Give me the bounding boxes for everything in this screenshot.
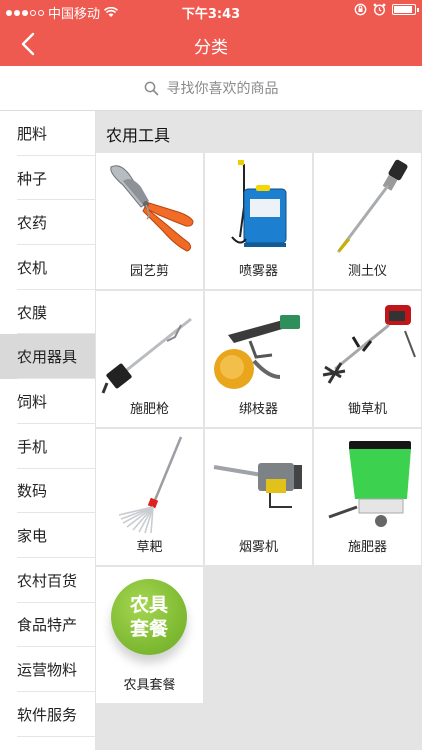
alarm-icon [373, 3, 386, 16]
product-card[interactable]: 测土仪 [314, 153, 421, 289]
sidebar-item-digital[interactable]: 数码 [0, 469, 95, 514]
tool-set-badge: 农具 套餐 [111, 579, 187, 655]
sidebar-item-label: 手机 [17, 437, 48, 456]
nav-bar: 分类 [0, 22, 422, 66]
sidebar-item-label: 数码 [17, 482, 48, 501]
product-card[interactable]: 农具 套餐 农具套餐 [96, 567, 203, 703]
sprayer-image [231, 160, 287, 247]
sidebar-item-fertilizer[interactable]: 肥料 [0, 111, 95, 156]
product-card[interactable]: 草耙 [96, 429, 203, 565]
search-input[interactable]: 寻找你喜欢的商品 [0, 66, 422, 110]
product-name: 施肥器 [347, 540, 387, 555]
sidebar-item-label: 运营物料 [17, 661, 78, 680]
sidebar-item-label: 饲料 [17, 392, 48, 411]
sidebar-item-operations[interactable]: 运营物料 [0, 647, 95, 692]
page-title: 分类 [194, 38, 228, 58]
sidebar-item-label: 家电 [17, 527, 48, 546]
sidebar-item-appliances[interactable]: 家电 [0, 513, 95, 558]
sidebar-item-label: 农用器具 [17, 348, 78, 367]
tapener-image [214, 315, 300, 389]
category-sidebar: 肥料 种子 农药 农机 农膜 农用器具 饲料 手机 数码 家电 农村百货 食品特… [0, 111, 96, 750]
product-name: 施肥枪 [129, 402, 169, 417]
section-title: 农用工具 [106, 126, 171, 145]
product-panel: 农用工具 园艺剪 喷雾器 测土仪 施肥枪 绑枝器 锄草机 草耙 烟雾机 施肥器 … [96, 111, 422, 750]
sidebar-item-machinery[interactable]: 农机 [0, 245, 95, 290]
product-name: 园艺剪 [129, 264, 169, 279]
product-card[interactable]: 园艺剪 [96, 153, 203, 289]
badge-line-2: 套餐 [129, 618, 168, 640]
rake-image [118, 436, 183, 534]
sidebar-item-pesticide[interactable]: 农药 [0, 200, 95, 245]
sidebar-item-label: 农药 [17, 214, 48, 233]
sidebar-item-phones[interactable]: 手机 [0, 424, 95, 469]
search-bar: 寻找你喜欢的商品 [0, 66, 422, 111]
sidebar-item-food[interactable]: 食品特产 [0, 603, 95, 648]
search-placeholder: 寻找你喜欢的商品 [166, 81, 279, 97]
product-name: 农具套餐 [123, 678, 176, 693]
product-card[interactable]: 施肥枪 [96, 291, 203, 427]
badge-line-1: 农具 [129, 594, 168, 616]
fogging-machine-image [213, 463, 302, 508]
fertilizer-spreader-image [328, 441, 411, 527]
weeding-machine-image [322, 305, 416, 384]
product-card[interactable]: 绑枝器 [205, 291, 312, 427]
search-icon [144, 81, 158, 95]
status-right [354, 3, 419, 16]
sidebar-item-label: 种子 [17, 169, 48, 188]
product-card[interactable]: 烟雾机 [205, 429, 312, 565]
product-name: 绑枝器 [238, 402, 278, 417]
product-card[interactable]: 锄草机 [314, 291, 421, 427]
sidebar-item-label: 肥料 [17, 124, 48, 143]
product-name: 烟雾机 [238, 540, 278, 555]
sidebar-item-label: 软件服务 [17, 705, 78, 724]
sidebar-item-label: 农村百货 [17, 571, 78, 590]
product-name: 喷雾器 [238, 264, 278, 279]
status-bar: 中国移动 下午3:43 [0, 0, 422, 22]
product-name: 测土仪 [347, 264, 387, 279]
fertilizer-gun-image [101, 317, 192, 394]
product-card[interactable]: 施肥器 [314, 429, 421, 565]
sidebar-item-label: 食品特产 [17, 616, 78, 635]
sidebar-item-feed[interactable]: 饲料 [0, 379, 95, 424]
sidebar-item-seeds[interactable]: 种子 [0, 156, 95, 201]
sidebar-item-film[interactable]: 农膜 [0, 290, 95, 335]
product-name: 草耙 [136, 540, 163, 555]
product-card[interactable]: 喷雾器 [205, 153, 312, 289]
product-grid: 园艺剪 喷雾器 测土仪 施肥枪 绑枝器 锄草机 草耙 烟雾机 施肥器 农具 套餐… [96, 153, 422, 703]
orientation-lock-icon [354, 3, 367, 16]
battery-icon [392, 4, 419, 15]
sidebar-item-software[interactable]: 软件服务 [0, 692, 95, 737]
pruning-shears-image [110, 165, 194, 252]
soil-tester-image [337, 159, 408, 253]
sidebar-item-tools[interactable]: 农用器具 [0, 334, 95, 380]
sidebar-item-label: 农膜 [17, 303, 48, 322]
sidebar-item-label: 农机 [17, 258, 48, 277]
product-name: 锄草机 [347, 402, 387, 417]
sidebar-item-general-goods[interactable]: 农村百货 [0, 558, 95, 603]
